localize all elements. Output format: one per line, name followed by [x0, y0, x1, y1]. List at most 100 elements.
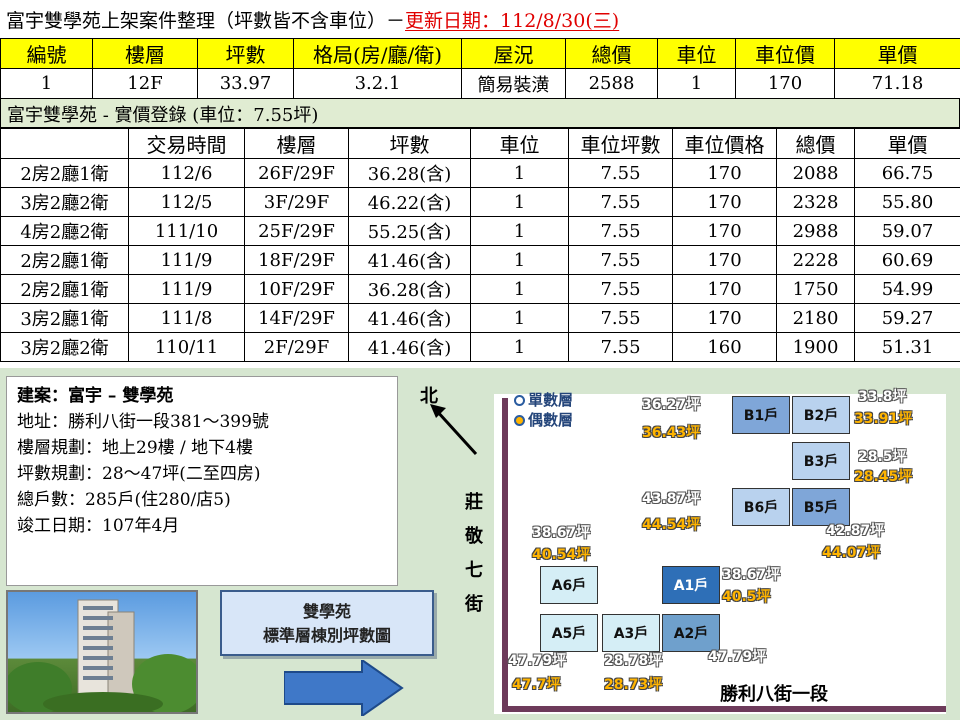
transaction-cell: 1 — [470, 158, 569, 188]
unit-b1: B1戶 — [732, 396, 790, 434]
transaction-cell: 25F/29F — [244, 216, 349, 246]
transaction-cell: 2房2廳1衛 — [0, 274, 129, 304]
transaction-cell: 2180 — [776, 303, 855, 333]
caption-line2: 標準層棟別坪數圖 — [262, 626, 391, 645]
transaction-cell: 3房2廳2衛 — [0, 187, 129, 217]
project-households: 總戶數：285戶(住280/店5) — [17, 490, 231, 510]
a5-odd-size: 47.79坪 — [508, 653, 567, 669]
transaction-cell: 66.75 — [854, 158, 960, 188]
listing-col-header: 總價 — [565, 38, 658, 69]
transaction-cell: 1750 — [776, 274, 855, 304]
transaction-cell: 7.55 — [568, 332, 673, 362]
transaction-cell: 36.28(含) — [348, 158, 471, 188]
transaction-cell: 59.07 — [854, 216, 960, 246]
transaction-cell: 111/9 — [128, 274, 245, 304]
map-legend: 單數層 偶數層 — [514, 390, 573, 430]
listing-cell: 12F — [92, 68, 198, 99]
listing-col-header: 單價 — [834, 38, 960, 69]
listing-header-row: 編號 樓層 坪數 格局(房/廳/衛) 屋況 總價 車位 車位價 單價 — [0, 38, 960, 69]
north-arrow-icon — [430, 404, 478, 456]
listing-col-header: 坪數 — [197, 38, 294, 69]
transaction-cell: 170 — [672, 216, 777, 246]
transaction-cell: 3F/29F — [244, 187, 349, 217]
b3-odd-size: 28.5坪 — [858, 449, 907, 465]
transaction-cell: 1 — [470, 303, 569, 333]
transaction-cell: 36.28(含) — [348, 274, 471, 304]
transactions-col-header: 車位 — [470, 128, 569, 159]
transactions-title: 富宇雙學苑 - 實價登錄 (車位：7.55坪) — [0, 98, 960, 128]
listing-row: 1 12F 33.97 3.2.1 簡易裝潢 2588 1 170 71.18 — [0, 68, 960, 99]
a6-odd-size: 38.67坪 — [532, 525, 591, 541]
a3-odd-size: 28.78坪 — [604, 653, 663, 669]
transaction-cell: 2988 — [776, 216, 855, 246]
listing-col-header: 車位價 — [735, 38, 835, 69]
transaction-cell: 1900 — [776, 332, 855, 362]
transaction-cell: 111/8 — [128, 303, 245, 333]
unit-b2: B2戶 — [792, 396, 850, 434]
building-photo — [6, 590, 198, 714]
b5-even-size: 44.07坪 — [822, 545, 881, 561]
listing-table: 編號 樓層 坪數 格局(房/廳/衛) 屋況 總價 車位 車位價 單價 1 12F… — [0, 38, 960, 99]
transactions-table: 交易時間 樓層 坪數 車位 車位坪數 車位價格 總價 單價 2房2廳1衛 112/… — [0, 128, 960, 362]
listing-cell: 1 — [657, 68, 736, 99]
listing-cell: 170 — [735, 68, 835, 99]
listing-col-header: 樓層 — [92, 38, 198, 69]
transactions-col-header: 車位價格 — [672, 128, 777, 159]
unit-b3: B3戶 — [792, 442, 850, 480]
transaction-cell: 2房2廳1衛 — [0, 245, 129, 275]
a3-even-size: 28.73坪 — [604, 677, 663, 693]
building-illustration — [8, 599, 196, 712]
transactions-body: 2房2廳1衛 112/6 26F/29F 36.28(含) 1 7.55 170 2088 66… — [0, 158, 960, 362]
transaction-row: 2房2廳1衛 111/9 10F/29F 36.28(含) 1 7.55 170 1750 54… — [0, 274, 960, 304]
transaction-cell: 14F/29F — [244, 303, 349, 333]
bottom-panel: 建案：富宇 – 雙學苑 地址：勝利八街一段381～399號 樓層規劃：地上29樓… — [0, 368, 960, 720]
street-char: 街 — [465, 594, 483, 615]
transaction-cell: 2F/29F — [244, 332, 349, 362]
transaction-cell: 55.80 — [854, 187, 960, 217]
a1-odd-size: 38.67坪 — [722, 567, 781, 583]
transaction-cell: 54.99 — [854, 274, 960, 304]
transactions-col-header: 坪數 — [348, 128, 471, 159]
transaction-cell: 3房2廳2衛 — [0, 332, 129, 362]
transaction-cell: 2228 — [776, 245, 855, 275]
project-floors: 樓層規劃：地上29樓 / 地下4樓 — [17, 438, 253, 458]
transaction-cell: 41.46(含) — [348, 245, 471, 275]
road-horizontal — [502, 706, 946, 712]
a6-even-size: 40.54坪 — [532, 547, 591, 563]
unit-a6: A6戶 — [540, 566, 598, 604]
transaction-cell: 7.55 — [568, 303, 673, 333]
transaction-cell: 3房2廳1衛 — [0, 303, 129, 333]
transaction-cell: 7.55 — [568, 216, 673, 246]
project-size: 坪數規劃：28～47坪(二至四房) — [17, 464, 261, 484]
transaction-cell: 41.46(含) — [348, 332, 471, 362]
transaction-cell: 59.27 — [854, 303, 960, 333]
transaction-cell: 60.69 — [854, 245, 960, 275]
transactions-header-row: 交易時間 樓層 坪數 車位 車位坪數 車位價格 總價 單價 — [0, 128, 960, 159]
listing-col-header: 屋況 — [461, 38, 566, 69]
a5-even-size: 47.7坪 — [512, 677, 561, 693]
transactions-col-header: 樓層 — [244, 128, 349, 159]
transaction-cell: 1 — [470, 245, 569, 275]
legend-even: 偶數層 — [514, 410, 573, 430]
unit-a5: A5戶 — [540, 614, 598, 652]
listing-col-header: 車位 — [657, 38, 736, 69]
b6-even-size: 44.54坪 — [642, 517, 701, 533]
transactions-col-header: 單價 — [854, 128, 960, 159]
project-completion: 竣工日期：107年4月 — [17, 516, 180, 536]
even-floor-dot-icon — [514, 415, 525, 426]
transaction-cell: 2088 — [776, 158, 855, 188]
transactions-col-header: 車位坪數 — [568, 128, 673, 159]
listing-cell: 33.97 — [197, 68, 294, 99]
transaction-cell: 7.55 — [568, 187, 673, 217]
b3-even-size: 28.45坪 — [854, 469, 913, 485]
transaction-cell: 112/5 — [128, 187, 245, 217]
unit-a1: A1戶 — [662, 566, 720, 604]
transaction-cell: 18F/29F — [244, 245, 349, 275]
transaction-cell: 1 — [470, 216, 569, 246]
odd-floor-dot-icon — [514, 395, 525, 406]
listing-cell: 簡易裝潢 — [461, 68, 566, 99]
transaction-row: 3房2廳2衛 112/5 3F/29F 46.22(含) 1 7.55 170 2328 55.… — [0, 187, 960, 217]
transaction-cell: 170 — [672, 245, 777, 275]
transaction-cell: 2房2廳1衛 — [0, 158, 129, 188]
project-name: 建案：富宇 – 雙學苑 — [17, 386, 174, 406]
